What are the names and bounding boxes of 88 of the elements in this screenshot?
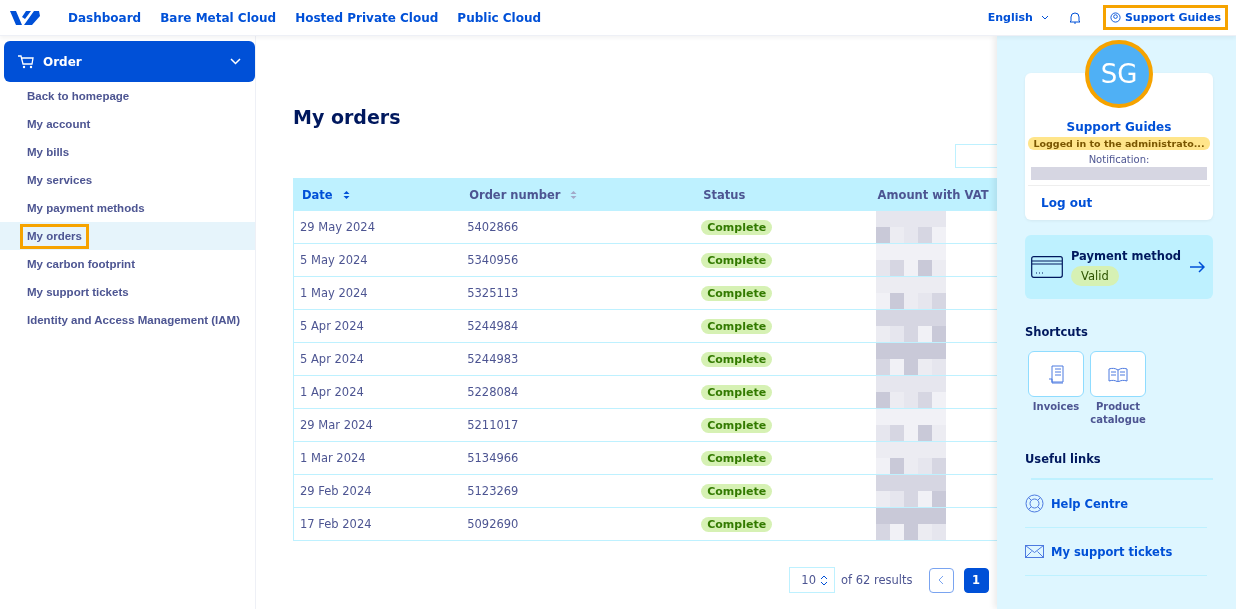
column-header[interactable]: Date [293, 178, 462, 211]
table-cell: 1 May 2024 [293, 276, 462, 310]
logout-link[interactable]: Log out [1028, 185, 1210, 210]
section-heading: Useful links [1025, 452, 1102, 466]
redacted-amount [875, 475, 946, 507]
table-cell: 5 May 2024 [293, 243, 462, 277]
nav-link[interactable]: Public Cloud [457, 10, 542, 25]
order-menu-button[interactable]: Order [4, 41, 255, 82]
sidebar-item[interactable]: My services [0, 166, 255, 194]
redacted-amount [875, 409, 946, 441]
page-title: My orders [293, 106, 402, 128]
arrow-right-icon [1190, 261, 1205, 273]
language-select[interactable]: English [987, 11, 1049, 24]
status-badge: Complete [701, 484, 773, 499]
document-icon [1048, 364, 1064, 384]
sidebar-item[interactable]: My carbon footprint [0, 250, 255, 278]
sidebar-item[interactable]: My payment methods [0, 194, 255, 222]
bell-icon[interactable] [1068, 11, 1081, 24]
results-count: of 62 results [841, 573, 913, 587]
chevron-icon [230, 58, 241, 65]
sidebar-item[interactable]: Back to homepage [0, 82, 255, 110]
admin-badge: Logged in to the administrato... [1028, 137, 1210, 150]
payment-method-card[interactable]: Payment method Valid [1025, 235, 1213, 299]
redacted-amount [875, 211, 946, 243]
sidebar-item[interactable]: My support tickets [0, 278, 255, 306]
open-book-icon [1108, 366, 1128, 382]
account-button[interactable]: Support Guides [1102, 5, 1228, 30]
table-cell: 5402866 [461, 211, 696, 244]
cart-icon [18, 54, 34, 69]
redacted-amount [875, 244, 946, 276]
table-cell: 5 Apr 2024 [293, 342, 462, 376]
useful-link[interactable]: Help Centre [1025, 480, 1207, 528]
redacted-amount [875, 508, 946, 540]
redacted-amount [875, 343, 946, 375]
envelope-icon [1025, 545, 1044, 558]
sidebar-item[interactable]: Identity and Access Management (IAM) [0, 306, 255, 334]
nav-link[interactable]: Dashboard [68, 10, 142, 25]
status-badge: Complete [701, 220, 773, 235]
sidebar-item[interactable]: My bills [0, 138, 255, 166]
status-badge: Complete [701, 319, 773, 334]
redacted-amount [875, 376, 946, 408]
column-header[interactable]: Order number [461, 178, 696, 211]
status-badge: Complete [701, 286, 773, 301]
table-cell: 5340956 [461, 243, 696, 277]
table-cell: 5134966 [461, 441, 696, 475]
table-cell: 29 May 2024 [293, 211, 462, 244]
sidebar-item[interactable]: My account [0, 110, 255, 138]
table-cell: 5092690 [461, 507, 696, 541]
table-cell: 5244983 [461, 342, 696, 376]
status-badge: Complete [701, 517, 773, 532]
column-header: Amount with VAT [869, 178, 997, 211]
status-badge: Complete [701, 451, 773, 466]
redacted-amount [875, 442, 946, 474]
redacted-amount [875, 277, 946, 309]
section-heading: Shortcuts [1025, 325, 1089, 339]
useful-link[interactable]: My support tickets [1025, 528, 1207, 576]
table-cell: 1 Apr 2024 [293, 375, 462, 409]
page-size-select[interactable]: 10 [789, 567, 835, 593]
status-badge: Complete [701, 418, 773, 433]
table-cell: 5211017 [461, 408, 696, 442]
filter-field[interactable] [955, 144, 997, 168]
nav-link[interactable]: Bare Metal Cloud [160, 10, 277, 25]
table-cell: 5 Apr 2024 [293, 309, 462, 343]
column-header: Status [695, 178, 870, 211]
up-down-arrows-icon [820, 574, 828, 586]
table-cell: 5244984 [461, 309, 696, 343]
avatar: SG [1085, 40, 1153, 108]
chevron-down-icon [1040, 15, 1049, 20]
table-cell: 5123269 [461, 474, 696, 508]
page-button[interactable]: 1 [963, 567, 989, 593]
status-badge: Complete [701, 385, 773, 400]
table-cell: 17 Feb 2024 [293, 507, 462, 541]
sidebar-item[interactable]: My orders [0, 222, 255, 250]
chevron-left-icon [938, 575, 945, 585]
status-badge: Complete [701, 253, 773, 268]
nav-link[interactable]: Hosted Private Cloud [295, 10, 439, 25]
lifebuoy-icon [1025, 494, 1044, 513]
table-cell: 29 Mar 2024 [293, 408, 462, 442]
user-icon [1109, 12, 1121, 23]
table-cell: 1 Mar 2024 [293, 441, 462, 475]
status-badge: Complete [701, 352, 773, 367]
table-cell: 5325113 [461, 276, 696, 310]
credit-card-icon [1031, 256, 1063, 278]
redacted-amount [875, 310, 946, 342]
table-cell: 29 Feb 2024 [293, 474, 462, 508]
user-name: Support Guides [1066, 120, 1172, 134]
notification-label: Notification: [1088, 154, 1150, 165]
table-cell: 5228084 [461, 375, 696, 409]
